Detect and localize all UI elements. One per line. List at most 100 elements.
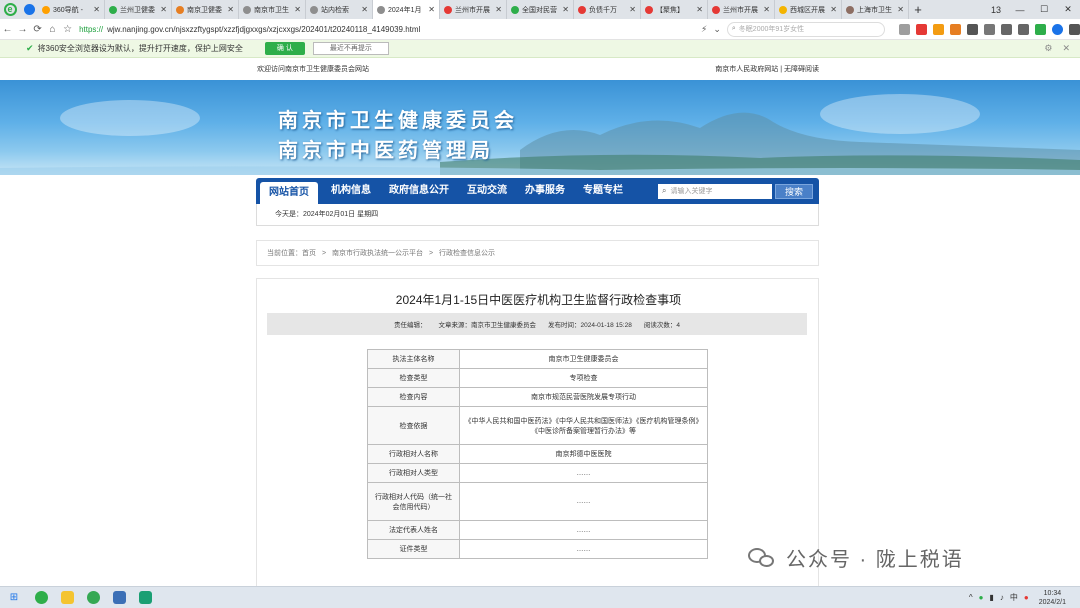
tab-close-icon[interactable]: ✕ xyxy=(227,5,234,14)
site-search-input[interactable]: ⌕ 请输入关键字 xyxy=(658,183,772,199)
dropdown-icon[interactable]: ⌄ xyxy=(713,24,721,35)
pinned-tab-icon[interactable] xyxy=(20,0,38,19)
tab-close-icon[interactable]: ✕ xyxy=(830,5,837,14)
wechat-icon xyxy=(748,546,778,570)
breadcrumb-current[interactable]: 行政检查信息公示 xyxy=(439,250,495,257)
lightning-icon[interactable]: ⚡ xyxy=(701,24,707,35)
browser-tab[interactable]: 南京市卫生 ✕ xyxy=(239,0,306,19)
browser-tab[interactable]: 西城区开展 ✕ xyxy=(775,0,842,19)
nav-home[interactable]: 网站首页 xyxy=(260,182,318,204)
tab-close-icon[interactable]: ✕ xyxy=(160,5,167,14)
tray-notification-icon[interactable]: ● xyxy=(1024,593,1029,602)
tab-close-icon[interactable]: ✕ xyxy=(93,5,100,14)
browser-tab[interactable]: 全国对民营 ✕ xyxy=(507,0,574,19)
taskbar-folder-icon[interactable] xyxy=(54,587,80,608)
url-text: wjw.nanjing.gov.cn/njsxzzftygspt/xzzfjdj… xyxy=(107,24,421,34)
taskbar-chat-icon[interactable] xyxy=(80,587,106,608)
browser-tab[interactable]: 兰州市开展 ✕ xyxy=(440,0,507,19)
row-label: 行政相对人名称 xyxy=(367,444,460,464)
taskbar-monitor-icon[interactable] xyxy=(132,587,158,608)
bookmark-star-icon[interactable]: ☆ xyxy=(60,24,75,35)
shield-icon[interactable] xyxy=(1034,23,1046,35)
extension-red-icon[interactable] xyxy=(915,23,927,35)
tray-network-icon[interactable]: ▮ xyxy=(990,593,994,602)
browser-tab[interactable]: 上海市卫生 ✕ xyxy=(842,0,909,19)
menu-icon[interactable] xyxy=(1068,23,1080,35)
tray-app-icon[interactable]: ● xyxy=(979,593,984,602)
tab-label: 西城区开展 xyxy=(790,6,825,14)
tab-favicon-icon xyxy=(645,5,653,14)
tray-expand-icon[interactable]: ^ xyxy=(969,593,973,602)
browser-search-input[interactable]: ⌕ 冬眠2000年91岁女性 xyxy=(726,21,885,37)
tab-close-icon[interactable]: ✕ xyxy=(696,5,703,14)
taskbar-clock[interactable]: 10:34 2024/2/1 xyxy=(1039,589,1066,607)
tab-close-icon[interactable]: ✕ xyxy=(361,5,368,14)
tab-close-icon[interactable]: ✕ xyxy=(495,5,502,14)
windows-start-icon[interactable]: ⊞ xyxy=(0,587,28,608)
browser-tab[interactable]: 南京卫健委 ✕ xyxy=(172,0,239,19)
browser-tab[interactable]: 兰州卫健委 ✕ xyxy=(105,0,172,19)
browser-tab[interactable]: 负债千万 ✕ xyxy=(574,0,641,19)
tab-close-icon[interactable]: ✕ xyxy=(294,5,301,14)
tab-label: 兰州卫健委 xyxy=(120,6,155,14)
taskbar-360-browser-icon[interactable] xyxy=(28,587,54,608)
undo-icon[interactable] xyxy=(1017,23,1029,35)
browser-tab[interactable]: 【聚焦】 ✕ xyxy=(641,0,708,19)
url-field[interactable]: https:// wjw.nanjing.gov.cn/njsxzzftygsp… xyxy=(79,21,727,37)
nav-organization[interactable]: 机构信息 xyxy=(322,178,380,204)
cloud-shape xyxy=(820,94,980,134)
infobar-confirm-button[interactable]: 确 认 xyxy=(264,42,305,55)
settings-gear-icon[interactable]: ⚙ xyxy=(1044,43,1052,54)
tray-speaker-icon[interactable]: ♪ xyxy=(1000,593,1004,602)
tab-close-icon[interactable]: ✕ xyxy=(763,5,770,14)
tab-close-icon[interactable]: ✕ xyxy=(629,5,636,14)
extension-orange-icon[interactable] xyxy=(932,23,944,35)
minimize-icon[interactable]: — xyxy=(1008,5,1032,15)
back-icon[interactable]: ← xyxy=(0,24,15,35)
row-value: 南京市规范民营医院发展专项行动 xyxy=(459,387,708,407)
browser-tab[interactable]: 兰州市开展 ✕ xyxy=(708,0,775,19)
breadcrumb: 当前位置：首页 > 南京市行政执法统一公示平台 > 行政检查信息公示 xyxy=(256,240,819,266)
nav-interaction[interactable]: 互动交流 xyxy=(458,178,516,204)
top-links[interactable]: 南京市人民政府网站 | 无障碍阅读 xyxy=(715,64,819,74)
tab-count-badge[interactable]: 13 xyxy=(984,5,1008,15)
infobar-close-icon[interactable]: ✕ xyxy=(1062,43,1070,54)
new-tab-button[interactable]: + xyxy=(909,0,927,19)
row-value: …… xyxy=(459,520,708,540)
breadcrumb-platform[interactable]: 南京市行政执法统一公示平台 xyxy=(332,250,423,257)
browser-tab[interactable]: 2024年1月 ✕ xyxy=(373,0,440,19)
taskbar-editor-icon[interactable] xyxy=(106,587,132,608)
game-icon[interactable] xyxy=(949,23,961,35)
tab-close-icon[interactable]: ✕ xyxy=(897,5,904,14)
close-window-icon[interactable]: ✕ xyxy=(1056,4,1080,15)
cloud-shape xyxy=(60,100,200,136)
maximize-icon[interactable]: ☐ xyxy=(1032,4,1056,15)
reload-icon[interactable]: ⟳ xyxy=(30,24,45,35)
browser-logo-icon[interactable]: e xyxy=(0,0,20,19)
site-search-button[interactable]: 搜索 xyxy=(775,183,813,199)
search-icon: ⌕ xyxy=(731,25,736,32)
browser-tab[interactable]: 站内检索 ✕ xyxy=(306,0,373,19)
browser-tab[interactable]: 360导航 - ✕ xyxy=(38,0,105,19)
nav-services[interactable]: 办事服务 xyxy=(516,178,574,204)
scissors-icon[interactable] xyxy=(898,23,910,35)
tray-ime-icon[interactable]: 中 xyxy=(1010,592,1018,603)
infobar-dismiss-button[interactable]: 最近不再提示 xyxy=(312,42,389,55)
tab-close-icon[interactable]: ✕ xyxy=(562,5,569,14)
puzzle-icon[interactable] xyxy=(983,23,995,35)
home-icon[interactable]: ⌂ xyxy=(45,24,60,35)
extension-icons xyxy=(893,23,1080,35)
download-icon[interactable] xyxy=(1000,23,1012,35)
article-panel: 2024年1月1-15日中医医疗机构卫生监督行政检查事项 责任编辑： 文章来源：… xyxy=(256,278,819,586)
breadcrumb-home[interactable]: 当前位置：首页 xyxy=(267,250,316,257)
tab-label: 360导航 - xyxy=(53,6,83,14)
meta-published: 发布时间：2024-01-18 15:28 xyxy=(548,322,632,329)
forward-icon[interactable]: → xyxy=(15,24,30,35)
row-label: 检查类型 xyxy=(367,368,460,388)
breadcrumb-separator: > xyxy=(428,250,434,257)
nav-topics[interactable]: 专题专栏 xyxy=(574,178,632,204)
nav-gov-info[interactable]: 政府信息公开 xyxy=(380,178,458,204)
tab-close-icon[interactable]: ✕ xyxy=(428,5,435,14)
sidebar-icon[interactable] xyxy=(966,23,978,35)
browser-circle-icon[interactable] xyxy=(1051,23,1063,35)
